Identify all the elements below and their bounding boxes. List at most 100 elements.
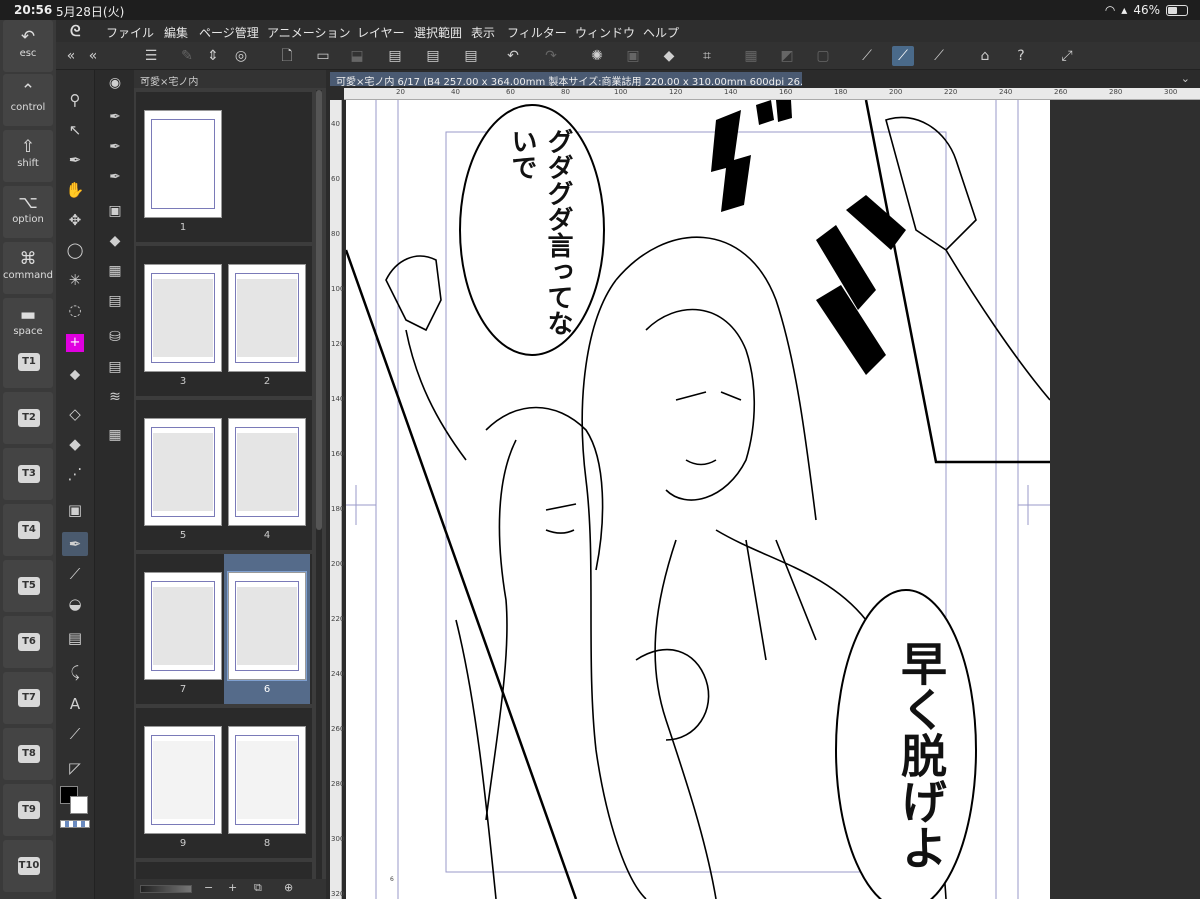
fill-icon[interactable]: ◆ <box>658 46 680 66</box>
brush-icon[interactable]: ⟋ <box>62 722 88 746</box>
frame-icon[interactable]: ▤ <box>62 626 88 650</box>
menu-selection[interactable]: 選択範囲 <box>414 24 462 41</box>
bucket-icon[interactable]: ◒ <box>62 592 88 616</box>
esc-key[interactable]: ↶ esc <box>3 20 53 72</box>
add-page-icon[interactable]: ⊕ <box>284 881 293 894</box>
spiral-icon[interactable]: ◎ <box>230 46 252 66</box>
control-key[interactable]: ⌃ control <box>3 74 53 126</box>
page-thumb-3[interactable] <box>144 264 222 372</box>
menu-file[interactable]: ファイル <box>106 24 154 41</box>
page-thumb-6[interactable] <box>227 571 307 681</box>
ruler-icon[interactable]: ◸ <box>62 756 88 780</box>
t2-key[interactable]: T2 <box>3 392 53 444</box>
help-icon[interactable]: ? <box>1010 46 1032 66</box>
deselect-icon[interactable]: ▢ <box>812 46 834 66</box>
grid-icon[interactable]: ▦ <box>103 260 127 282</box>
film-icon[interactable]: ▤ <box>103 290 127 312</box>
pen-icon[interactable]: ✒ <box>62 532 88 556</box>
selection-pen-icon[interactable]: ◌ <box>62 298 88 322</box>
zoom-out-icon[interactable]: − <box>204 881 213 894</box>
line-icon[interactable]: ⟋ <box>62 562 88 586</box>
page-settings-icon[interactable]: ⧉ <box>254 881 262 895</box>
brush-active-icon[interactable]: ⟋ <box>892 46 914 66</box>
t6-key[interactable]: T6 <box>3 616 53 668</box>
open-folder-icon[interactable]: ▭ <box>312 46 334 66</box>
eraser-icon[interactable]: ◇ <box>62 402 88 426</box>
layer-icon[interactable]: ▣ <box>103 200 127 222</box>
scroll-thumb[interactable] <box>316 90 322 530</box>
hamburger-menu-icon[interactable]: ☰ <box>140 46 162 66</box>
zoom-slider[interactable] <box>140 885 192 893</box>
marker-icon[interactable]: ⬥ <box>62 362 88 386</box>
calendar-icon[interactable]: ▦ <box>103 424 127 446</box>
page-thumb-9[interactable] <box>144 726 222 834</box>
t10-key[interactable]: T10 <box>3 840 53 892</box>
image-panel-icon[interactable]: ▤ <box>103 356 127 378</box>
eyedropper-magenta-icon[interactable]: + <box>66 334 84 352</box>
layers-icon[interactable]: ≋ <box>103 386 127 408</box>
target-icon[interactable]: ◉ <box>103 72 127 94</box>
option-key[interactable]: ⌥ option <box>3 186 53 238</box>
export-jpg-icon[interactable]: ▤ <box>460 46 482 66</box>
zoom-icon[interactable]: ⚲ <box>62 88 88 112</box>
tab-chevron-icon[interactable]: ⌄ <box>1181 72 1190 85</box>
menu-view[interactable]: 表示 <box>471 24 495 41</box>
stack-gear-icon[interactable]: ⛁ <box>103 326 127 348</box>
loading-icon[interactable]: ✺ <box>586 46 608 66</box>
dropper-icon[interactable]: ⤹ <box>62 660 88 684</box>
zoom-in-icon[interactable]: + <box>228 881 237 894</box>
menu-layer[interactable]: レイヤー <box>357 24 405 41</box>
lasso-icon[interactable]: ◯ <box>62 238 88 262</box>
color-swatch[interactable] <box>58 786 92 818</box>
crop-icon[interactable]: ⌗ <box>696 46 718 66</box>
t4-key[interactable]: T4 <box>3 504 53 556</box>
invert-icon[interactable]: ◩ <box>776 46 798 66</box>
background-color[interactable] <box>70 796 88 814</box>
t3-key[interactable]: T3 <box>3 448 53 500</box>
t7-key[interactable]: T7 <box>3 672 53 724</box>
page-manager-tab[interactable]: 可愛×宅ノ内 ⌄ <box>134 70 326 88</box>
line-tool-icon[interactable]: ⟋ <box>928 46 950 66</box>
command-key[interactable]: ⌘ command <box>3 242 53 294</box>
page-thumb-2[interactable] <box>228 264 306 372</box>
collapse-icon-2[interactable]: « <box>82 46 104 66</box>
menu-window[interactable]: ウィンドウ <box>575 24 635 41</box>
export-psd-icon[interactable]: ▤ <box>384 46 406 66</box>
menu-help[interactable]: ヘルプ <box>643 24 679 41</box>
textured-pen-icon[interactable]: ✒ <box>103 166 127 188</box>
fullscreen-icon[interactable]: ⤢ <box>1056 46 1078 66</box>
menu-page-management[interactable]: ページ管理 <box>199 24 259 41</box>
transparent-color[interactable] <box>60 820 90 828</box>
canvas-paper[interactable]: グダグダ言ってないで 早く脱げよ ダン 6 <box>346 100 1050 899</box>
page-thumb-7[interactable] <box>144 572 222 680</box>
page-thumb-5[interactable] <box>144 418 222 526</box>
magic-wand-icon[interactable]: ✳ <box>62 268 88 292</box>
t9-key[interactable]: T9 <box>3 784 53 836</box>
app-logo-icon[interactable]: ᘓ <box>70 22 81 40</box>
new-file-icon[interactable]: 🗋 <box>276 46 298 66</box>
t5-key[interactable]: T5 <box>3 560 53 612</box>
shift-key[interactable]: ⇧ shift <box>3 130 53 182</box>
redo-icon[interactable]: ↷ <box>540 46 562 66</box>
move-icon[interactable]: ✥ <box>62 208 88 232</box>
document-tab[interactable]: 可愛×宅ノ内 6/17 (B4 257.00 x 364.00mm 製本サイズ:… <box>330 72 802 86</box>
undo-icon[interactable]: ↶ <box>502 46 524 66</box>
hand-icon[interactable]: ✋ <box>62 178 88 202</box>
chevron-down-icon[interactable]: ⌄ <box>140 71 318 84</box>
student-icon[interactable]: ⌂ <box>974 46 996 66</box>
collapse-icon[interactable]: « <box>60 46 82 66</box>
menu-animation[interactable]: アニメーション <box>267 24 351 41</box>
transform-icon[interactable]: ▣ <box>622 46 644 66</box>
layer-move-icon[interactable]: ✒ <box>62 148 88 172</box>
clear-icon[interactable]: ▦ <box>740 46 762 66</box>
menu-filter[interactable]: フィルター <box>507 24 567 41</box>
menu-edit[interactable]: 編集 <box>164 24 188 41</box>
page-thumb-1[interactable] <box>144 110 222 218</box>
g-pen-icon[interactable]: ✒ <box>103 106 127 128</box>
blend-icon[interactable]: ◆ <box>62 432 88 456</box>
water-drops-icon[interactable]: ◆ <box>103 230 127 252</box>
text-icon[interactable]: A <box>62 692 88 716</box>
save-icon[interactable]: ⬓ <box>346 46 368 66</box>
spray-icon[interactable]: ⋰ <box>62 462 88 486</box>
gradient-icon[interactable]: ▣ <box>62 498 88 522</box>
